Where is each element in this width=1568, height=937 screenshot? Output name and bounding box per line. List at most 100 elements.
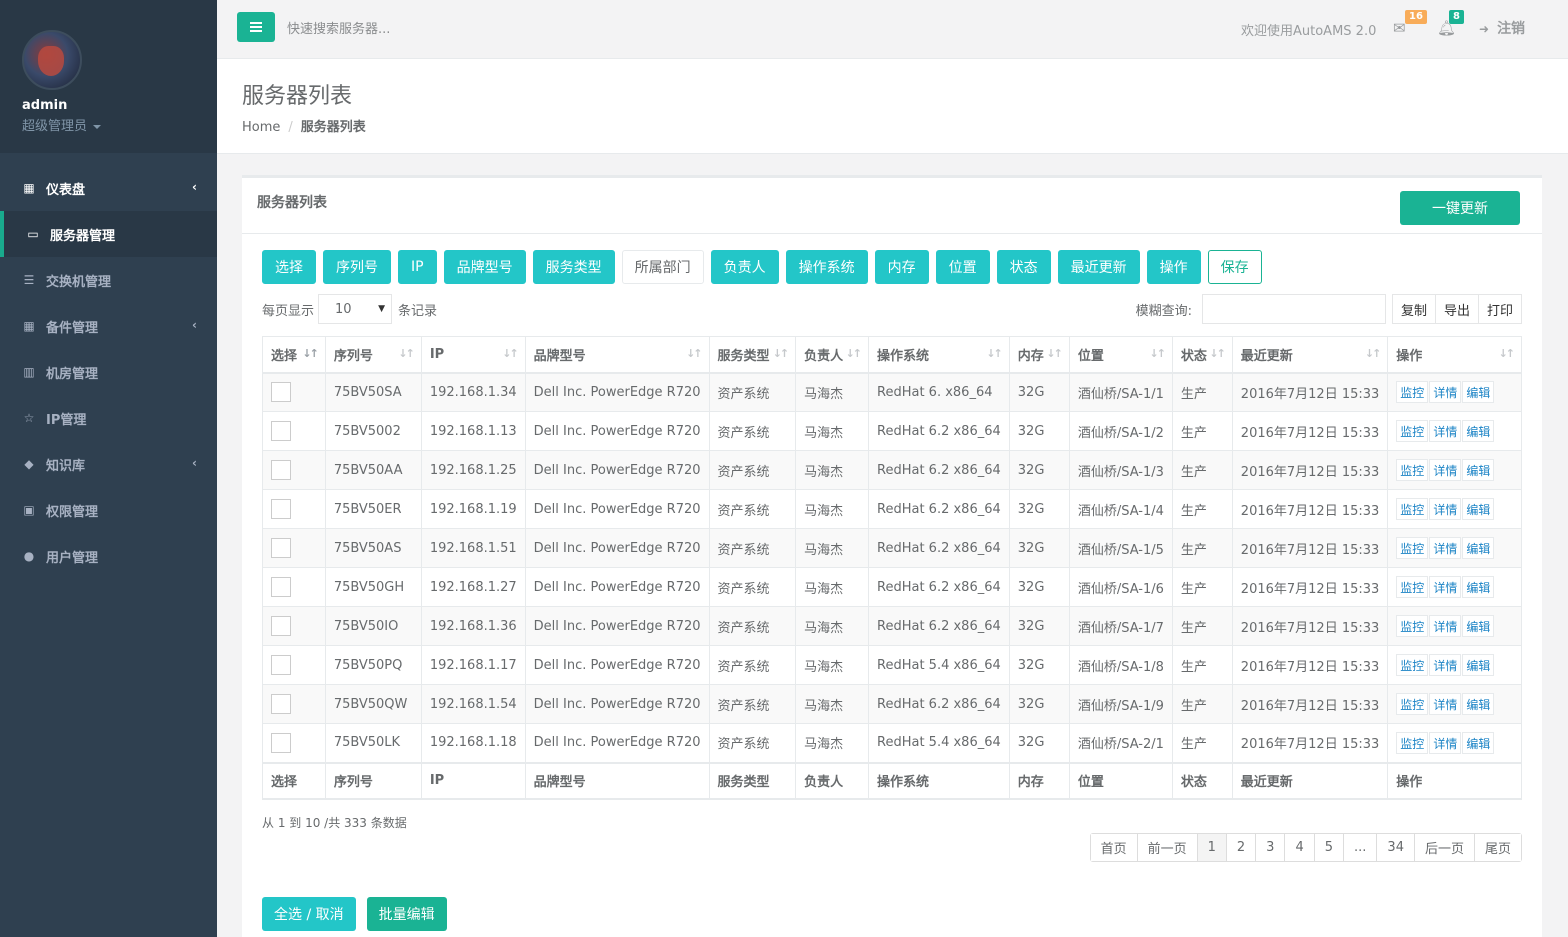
column-header[interactable]: 状态 ↓↑ [1171,336,1233,374]
details-button[interactable]: 详情 [1429,693,1462,715]
page-button[interactable]: 首页 [1090,834,1138,861]
column-header[interactable]: 位置 ↓↑ [1068,336,1173,374]
monitor-button[interactable]: 监控 [1396,381,1429,404]
sidebar-item-6[interactable]: ◆ 知识库 ‹ [0,441,217,487]
page-button[interactable]: 4 [1285,834,1315,861]
page-length-select[interactable]: 10 ▼ [318,294,393,324]
column-toggle-11[interactable]: 最近更新 [1057,250,1140,284]
column-header[interactable]: 操作 ↓↑ [1387,336,1522,374]
page-button[interactable]: 1 [1197,834,1227,861]
row-checkbox[interactable] [271,616,291,636]
column-toggle-5[interactable]: 所属部门 [621,250,704,284]
monitor-button[interactable]: 监控 [1396,693,1429,715]
row-checkbox[interactable] [271,460,291,480]
column-toggle-12[interactable]: 操作 [1146,250,1201,284]
details-button[interactable]: 详情 [1429,654,1462,676]
edit-button[interactable]: 编辑 [1462,498,1495,520]
monitor-button[interactable]: 监控 [1396,615,1429,637]
monitor-button[interactable]: 监控 [1396,498,1429,520]
save-columns-button[interactable]: 保存 [1207,250,1262,284]
page-button[interactable]: 后一页 [1414,834,1475,861]
row-checkbox[interactable] [271,421,291,441]
row-checkbox[interactable] [271,732,291,753]
edit-button[interactable]: 编辑 [1462,615,1495,637]
sidebar-item-3[interactable]: ▦ 备件管理 ‹ [0,303,217,349]
sidebar-item-1[interactable]: ▭ 服务器管理 [0,211,217,257]
monitor-button[interactable]: 监控 [1396,654,1429,676]
avatar[interactable] [22,30,82,90]
print-button[interactable]: 打印 [1479,295,1521,323]
sidebar-item-5[interactable]: ☆ IP管理 [0,395,217,441]
edit-button[interactable]: 编辑 [1462,693,1495,715]
breadcrumb-home-link[interactable]: Home [242,120,280,135]
column-toggle-8[interactable]: 内存 [874,250,929,284]
sidebar-item-0[interactable]: ▦ 仪表盘 ‹ [0,165,217,211]
row-checkbox[interactable] [271,577,291,597]
page-button[interactable]: 2 [1226,834,1257,861]
one-click-update-button[interactable]: 一键更新 [1400,191,1520,225]
details-button[interactable]: 详情 [1429,615,1462,637]
column-header[interactable]: 最近更新 ↓↑ [1231,336,1389,374]
page-button[interactable]: 尾页 [1474,834,1521,861]
column-toggle-1[interactable]: 序列号 [323,250,391,284]
column-toggle-9[interactable]: 位置 [935,250,990,284]
menu-toggle-button[interactable] [237,12,275,42]
edit-button[interactable]: 编辑 [1462,459,1495,481]
details-button[interactable]: 详情 [1429,498,1462,520]
sidebar-item-2[interactable]: ☰ 交换机管理 [0,257,217,303]
monitor-button[interactable]: 监控 [1396,459,1429,481]
sidebar-item-8[interactable]: ● 用户管理 [0,533,217,579]
row-checkbox[interactable] [271,382,291,403]
monitor-button[interactable]: 监控 [1396,731,1429,754]
details-button[interactable]: 详情 [1429,576,1462,598]
details-button[interactable]: 详情 [1429,459,1462,481]
monitor-button[interactable]: 监控 [1396,576,1429,598]
edit-button[interactable]: 编辑 [1462,731,1495,754]
column-toggle-6[interactable]: 负责人 [710,250,779,284]
column-header[interactable]: 操作系统 ↓↑ [868,336,1010,374]
details-button[interactable]: 详情 [1429,381,1462,404]
details-button[interactable]: 详情 [1429,420,1462,442]
bell-icon[interactable]: 🔔︎ 8 [1437,10,1464,37]
row-checkbox[interactable] [271,655,291,675]
page-button[interactable]: 5 [1314,834,1345,861]
export-button[interactable]: 导出 [1436,295,1479,323]
sidebar-item-7[interactable]: ▣ 权限管理 [0,487,217,533]
select-all-button[interactable]: 全选 / 取消 [262,897,356,931]
row-checkbox[interactable] [271,499,291,519]
logout-link[interactable]: ➜ 注销 [1479,18,1525,38]
column-header[interactable]: 序列号 ↓↑ [324,336,422,374]
edit-button[interactable]: 编辑 [1462,537,1495,559]
column-header[interactable]: 服务类型 ↓↑ [708,336,797,374]
edit-button[interactable]: 编辑 [1462,381,1495,404]
column-header[interactable]: 品牌型号 ↓↑ [524,336,710,374]
page-button[interactable]: 3 [1256,834,1286,861]
details-button[interactable]: 详情 [1429,537,1462,559]
column-header[interactable]: 负责人 ↓↑ [795,336,870,374]
batch-edit-button[interactable]: 批量编辑 [366,897,447,931]
column-header[interactable]: 选择 ↓↑ [262,336,326,374]
sidebar-item-4[interactable]: ▥ 机房管理 [0,349,217,395]
monitor-button[interactable]: 监控 [1396,420,1429,442]
column-header[interactable]: 内存 ↓↑ [1008,336,1070,374]
profile-role-dropdown[interactable]: 超级管理员 [22,115,217,134]
column-toggle-2[interactable]: IP [398,250,437,284]
column-toggle-7[interactable]: 操作系统 [785,250,868,284]
details-button[interactable]: 详情 [1429,731,1462,754]
page-button[interactable]: 前一页 [1137,834,1198,861]
column-toggle-0[interactable]: 选择 [262,250,316,284]
column-toggle-3[interactable]: 品牌型号 [443,250,526,284]
column-toggle-10[interactable]: 状态 [996,250,1051,284]
envelope-icon[interactable]: ✉ 16 [1393,10,1427,37]
edit-button[interactable]: 编辑 [1462,420,1495,442]
search-input[interactable] [287,14,587,44]
monitor-button[interactable]: 监控 [1396,537,1429,559]
row-checkbox[interactable] [271,538,291,558]
edit-button[interactable]: 编辑 [1462,576,1495,598]
fuzzy-search-input[interactable] [1201,294,1386,324]
copy-button[interactable]: 复制 [1393,295,1436,323]
edit-button[interactable]: 编辑 [1462,654,1495,676]
column-header[interactable]: IP ↓↑ [420,336,526,374]
column-toggle-4[interactable]: 服务类型 [532,250,615,284]
row-checkbox[interactable] [271,694,291,714]
